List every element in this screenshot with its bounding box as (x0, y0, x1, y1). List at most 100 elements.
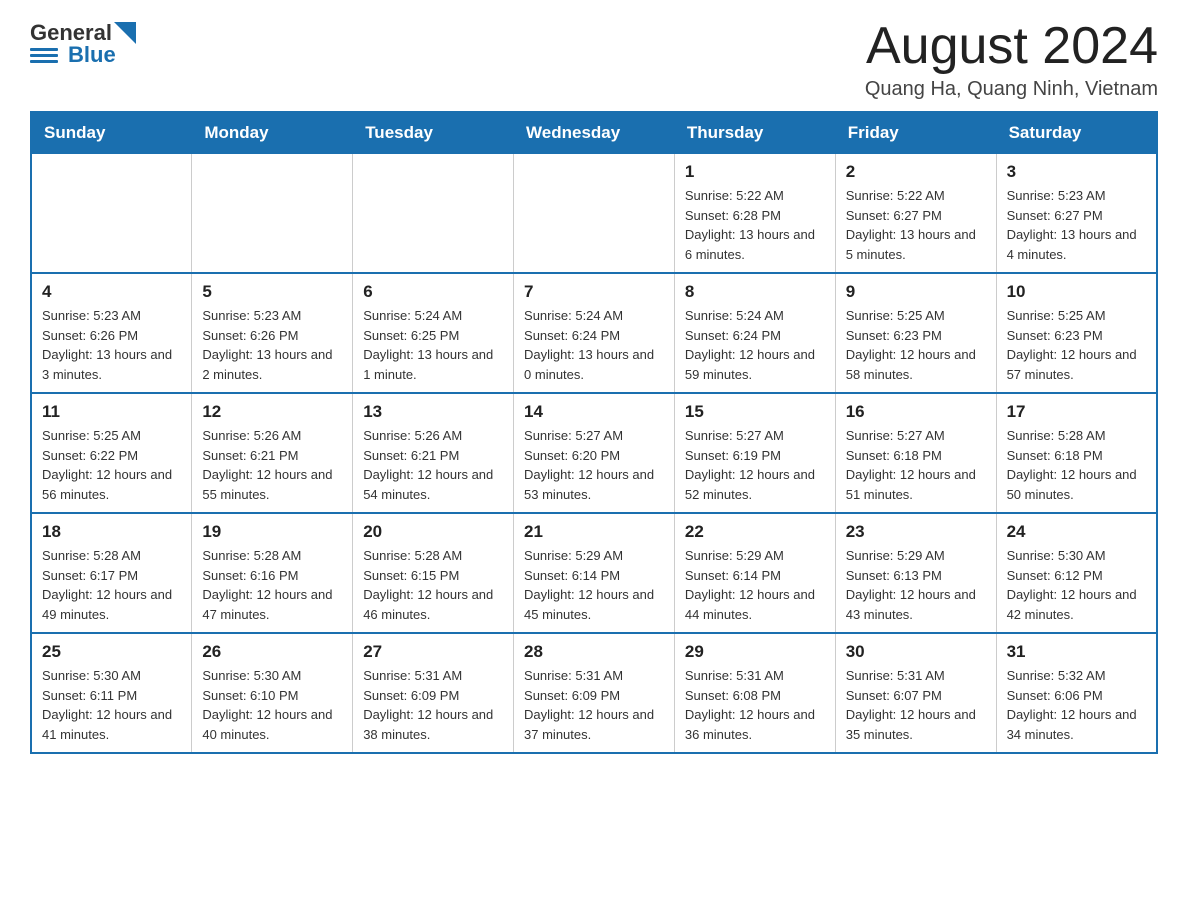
day-number: 16 (846, 402, 986, 422)
calendar-cell: 20 Sunrise: 5:28 AM Sunset: 6:15 PM Dayli… (353, 513, 514, 633)
day-number: 23 (846, 522, 986, 542)
day-info: Sunrise: 5:30 AM Sunset: 6:12 PM Dayligh… (1007, 546, 1146, 624)
day-number: 11 (42, 402, 181, 422)
day-info: Sunrise: 5:26 AM Sunset: 6:21 PM Dayligh… (363, 426, 503, 504)
calendar-cell: 2 Sunrise: 5:22 AM Sunset: 6:27 PM Daylig… (835, 154, 996, 274)
logo-icon (114, 22, 136, 44)
calendar-cell (31, 154, 192, 274)
day-number: 5 (202, 282, 342, 302)
day-number: 30 (846, 642, 986, 662)
header-friday: Friday (835, 112, 996, 154)
day-info: Sunrise: 5:28 AM Sunset: 6:17 PM Dayligh… (42, 546, 181, 624)
calendar-cell: 7 Sunrise: 5:24 AM Sunset: 6:24 PM Daylig… (514, 273, 675, 393)
location-text: Quang Ha, Quang Ninh, Vietnam (865, 78, 1158, 101)
day-number: 29 (685, 642, 825, 662)
calendar-cell: 19 Sunrise: 5:28 AM Sunset: 6:16 PM Dayli… (192, 513, 353, 633)
calendar-header-row: Sunday Monday Tuesday Wednesday Thursday… (31, 112, 1157, 154)
logo-triangle-icon (114, 22, 136, 44)
day-number: 13 (363, 402, 503, 422)
day-number: 4 (42, 282, 181, 302)
calendar-week-5: 25 Sunrise: 5:30 AM Sunset: 6:11 PM Dayli… (31, 633, 1157, 753)
calendar-cell: 26Sunrise: 5:30 AM Sunset: 6:10 PM Dayli… (192, 633, 353, 753)
day-number: 25 (42, 642, 181, 662)
day-number: 15 (685, 402, 825, 422)
day-number: 18 (42, 522, 181, 542)
day-info: Sunrise: 5:24 AM Sunset: 6:25 PM Dayligh… (363, 306, 503, 384)
day-number: 12 (202, 402, 342, 422)
day-info: Sunrise: 5:26 AM Sunset: 6:21 PM Dayligh… (202, 426, 342, 504)
day-info: Sunrise: 5:31 AM Sunset: 6:09 PM Dayligh… (363, 666, 503, 744)
day-number: 6 (363, 282, 503, 302)
calendar-cell: 8Sunrise: 5:24 AM Sunset: 6:24 PM Daylig… (674, 273, 835, 393)
calendar-cell: 24 Sunrise: 5:30 AM Sunset: 6:12 PM Dayli… (996, 513, 1157, 633)
day-info: Sunrise: 5:29 AM Sunset: 6:14 PM Dayligh… (685, 546, 825, 624)
calendar-cell: 1 Sunrise: 5:22 AM Sunset: 6:28 PM Daylig… (674, 154, 835, 274)
title-section: August 2024 Quang Ha, Quang Ninh, Vietna… (865, 20, 1158, 101)
header-thursday: Thursday (674, 112, 835, 154)
day-info: Sunrise: 5:22 AM Sunset: 6:28 PM Dayligh… (685, 186, 825, 264)
calendar-cell: 16 Sunrise: 5:27 AM Sunset: 6:18 PM Dayli… (835, 393, 996, 513)
calendar-cell: 31Sunrise: 5:32 AM Sunset: 6:06 PM Dayli… (996, 633, 1157, 753)
header-saturday: Saturday (996, 112, 1157, 154)
logo: General Blue (30, 20, 136, 68)
day-number: 27 (363, 642, 503, 662)
calendar-cell: 13 Sunrise: 5:26 AM Sunset: 6:21 PM Dayli… (353, 393, 514, 513)
calendar-week-4: 18 Sunrise: 5:28 AM Sunset: 6:17 PM Dayli… (31, 513, 1157, 633)
calendar-cell: 25 Sunrise: 5:30 AM Sunset: 6:11 PM Dayli… (31, 633, 192, 753)
header-monday: Monday (192, 112, 353, 154)
calendar-cell: 17 Sunrise: 5:28 AM Sunset: 6:18 PM Dayli… (996, 393, 1157, 513)
day-number: 1 (685, 162, 825, 182)
day-info: Sunrise: 5:24 AM Sunset: 6:24 PM Dayligh… (524, 306, 664, 384)
day-info: Sunrise: 5:31 AM Sunset: 6:09 PM Dayligh… (524, 666, 664, 744)
day-number: 20 (363, 522, 503, 542)
calendar-cell (514, 154, 675, 274)
day-info: Sunrise: 5:28 AM Sunset: 6:18 PM Dayligh… (1007, 426, 1146, 504)
day-info: Sunrise: 5:28 AM Sunset: 6:16 PM Dayligh… (202, 546, 342, 624)
day-info: Sunrise: 5:23 AM Sunset: 6:26 PM Dayligh… (42, 306, 181, 384)
calendar-table: Sunday Monday Tuesday Wednesday Thursday… (30, 111, 1158, 754)
day-info: Sunrise: 5:24 AM Sunset: 6:24 PM Dayligh… (685, 306, 825, 384)
day-info: Sunrise: 5:22 AM Sunset: 6:27 PM Dayligh… (846, 186, 986, 264)
day-info: Sunrise: 5:28 AM Sunset: 6:15 PM Dayligh… (363, 546, 503, 624)
logo-blue-text: Blue (68, 42, 116, 68)
day-info: Sunrise: 5:27 AM Sunset: 6:18 PM Dayligh… (846, 426, 986, 504)
day-info: Sunrise: 5:30 AM Sunset: 6:11 PM Dayligh… (42, 666, 181, 744)
day-number: 2 (846, 162, 986, 182)
month-title: August 2024 (865, 20, 1158, 72)
day-info: Sunrise: 5:29 AM Sunset: 6:13 PM Dayligh… (846, 546, 986, 624)
day-info: Sunrise: 5:27 AM Sunset: 6:19 PM Dayligh… (685, 426, 825, 504)
day-number: 7 (524, 282, 664, 302)
day-info: Sunrise: 5:29 AM Sunset: 6:14 PM Dayligh… (524, 546, 664, 624)
calendar-cell: 22Sunrise: 5:29 AM Sunset: 6:14 PM Dayli… (674, 513, 835, 633)
calendar-cell: 23 Sunrise: 5:29 AM Sunset: 6:13 PM Dayli… (835, 513, 996, 633)
day-number: 17 (1007, 402, 1146, 422)
calendar-cell: 21Sunrise: 5:29 AM Sunset: 6:14 PM Dayli… (514, 513, 675, 633)
day-info: Sunrise: 5:25 AM Sunset: 6:23 PM Dayligh… (1007, 306, 1146, 384)
calendar-cell: 4 Sunrise: 5:23 AM Sunset: 6:26 PM Daylig… (31, 273, 192, 393)
header-wednesday: Wednesday (514, 112, 675, 154)
calendar-week-2: 4 Sunrise: 5:23 AM Sunset: 6:26 PM Daylig… (31, 273, 1157, 393)
calendar-cell: 28Sunrise: 5:31 AM Sunset: 6:09 PM Dayli… (514, 633, 675, 753)
day-info: Sunrise: 5:32 AM Sunset: 6:06 PM Dayligh… (1007, 666, 1146, 744)
calendar-cell: 6 Sunrise: 5:24 AM Sunset: 6:25 PM Daylig… (353, 273, 514, 393)
calendar-cell: 27 Sunrise: 5:31 AM Sunset: 6:09 PM Dayli… (353, 633, 514, 753)
calendar-cell: 11Sunrise: 5:25 AM Sunset: 6:22 PM Dayli… (31, 393, 192, 513)
day-number: 9 (846, 282, 986, 302)
calendar-cell: 30Sunrise: 5:31 AM Sunset: 6:07 PM Dayli… (835, 633, 996, 753)
day-number: 19 (202, 522, 342, 542)
day-number: 14 (524, 402, 664, 422)
calendar-week-3: 11Sunrise: 5:25 AM Sunset: 6:22 PM Dayli… (31, 393, 1157, 513)
page-header: General Blue August 2024 Quang Ha, Quang… (30, 20, 1158, 101)
calendar-week-1: 1 Sunrise: 5:22 AM Sunset: 6:28 PM Daylig… (31, 154, 1157, 274)
calendar-cell: 18 Sunrise: 5:28 AM Sunset: 6:17 PM Dayli… (31, 513, 192, 633)
calendar-cell (192, 154, 353, 274)
calendar-cell: 14Sunrise: 5:27 AM Sunset: 6:20 PM Dayli… (514, 393, 675, 513)
calendar-cell (353, 154, 514, 274)
calendar-cell: 10Sunrise: 5:25 AM Sunset: 6:23 PM Dayli… (996, 273, 1157, 393)
calendar-cell: 29 Sunrise: 5:31 AM Sunset: 6:08 PM Dayli… (674, 633, 835, 753)
header-sunday: Sunday (31, 112, 192, 154)
day-number: 24 (1007, 522, 1146, 542)
calendar-cell: 5Sunrise: 5:23 AM Sunset: 6:26 PM Daylig… (192, 273, 353, 393)
day-info: Sunrise: 5:31 AM Sunset: 6:08 PM Dayligh… (685, 666, 825, 744)
day-number: 3 (1007, 162, 1146, 182)
